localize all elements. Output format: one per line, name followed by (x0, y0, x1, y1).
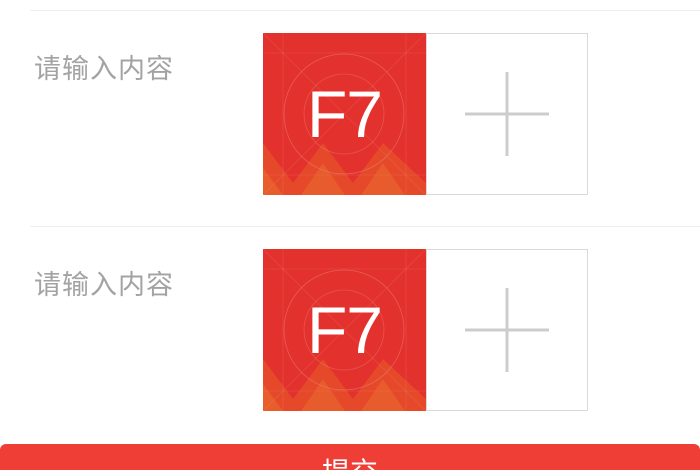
field-label: 请输入内容 (34, 270, 174, 301)
image-thumbnail[interactable]: F7 (263, 33, 426, 195)
form-row-1: 请输入内容 F7 (0, 33, 700, 198)
divider (30, 10, 700, 11)
submit-button-label: 提交 (0, 458, 700, 470)
field-label: 请输入内容 (34, 54, 174, 85)
image-thumbnail[interactable]: F7 (263, 249, 426, 411)
divider (30, 226, 700, 227)
add-image-button[interactable] (426, 249, 588, 411)
add-image-button[interactable] (426, 33, 588, 195)
form-row-2: 请输入内容 F7 (0, 249, 700, 414)
plus-icon (465, 288, 549, 372)
form-page: 请输入内容 F7 请输入内容 F7 (0, 0, 700, 470)
thumbnail-label: F7 (306, 293, 383, 367)
thumbnail-label: F7 (306, 77, 383, 151)
plus-icon (465, 72, 549, 156)
submit-button[interactable]: 提交 (0, 444, 700, 470)
